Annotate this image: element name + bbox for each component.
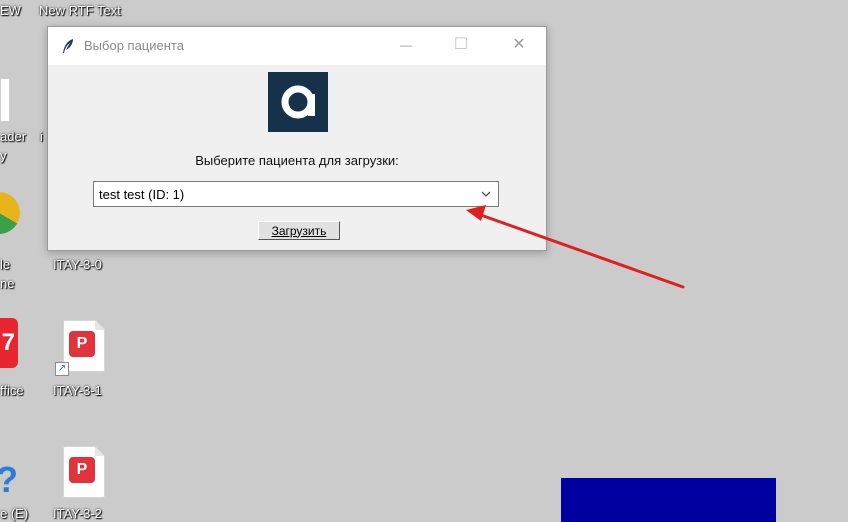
- red-annotation-arrow: [466, 205, 685, 289]
